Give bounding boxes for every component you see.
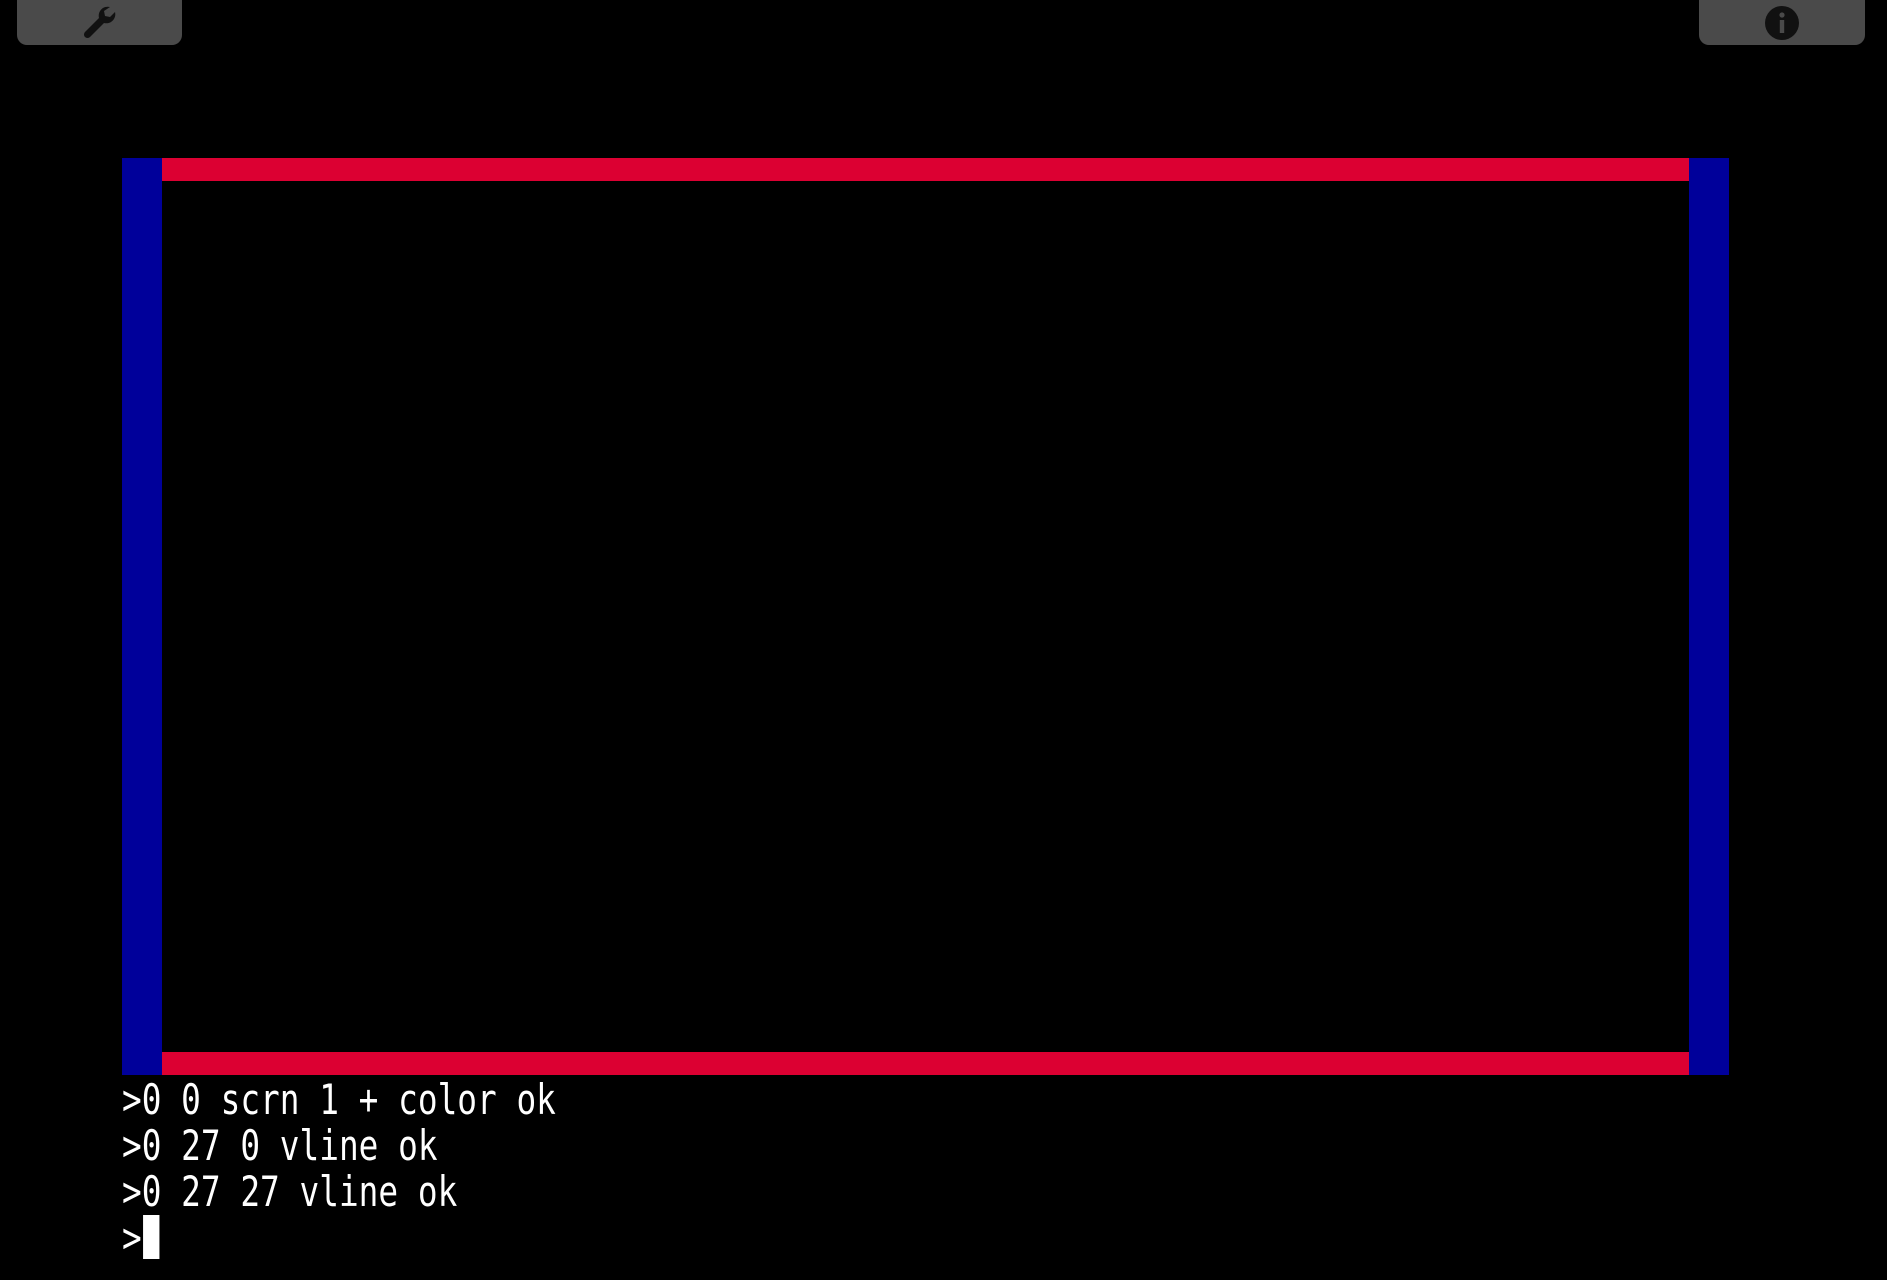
console-output: >0 0 scrn 1 + color ok >0 27 0 vline ok … <box>122 1077 1370 1261</box>
console-line: >0 27 27 vline ok <box>122 1167 458 1216</box>
console-prompt-line[interactable]: > <box>122 1215 1370 1261</box>
console-line: >0 27 0 vline ok <box>122 1121 438 1170</box>
console-prompt: > <box>122 1213 142 1262</box>
left-blue-line <box>122 158 162 1075</box>
bottom-red-line <box>161 1052 1690 1075</box>
right-blue-line <box>1689 158 1729 1075</box>
top-red-line <box>161 158 1690 181</box>
emulator-screen[interactable]: >0 0 scrn 1 + color ok >0 27 0 vline ok … <box>0 0 1887 1280</box>
console-line: >0 0 scrn 1 + color ok <box>122 1075 556 1124</box>
text-cursor <box>143 1215 160 1259</box>
